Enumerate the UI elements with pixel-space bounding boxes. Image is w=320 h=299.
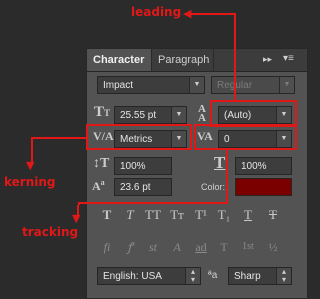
anti-alias-value: Sharp — [234, 271, 261, 282]
color-swatch[interactable] — [235, 178, 292, 196]
arrow-down-icon: ▼ — [72, 212, 81, 225]
font-style-select[interactable]: Regular ▼ — [211, 76, 295, 94]
tab-character[interactable]: Character — [87, 49, 152, 71]
language-select[interactable]: English: USA ▴ ▾ — [97, 267, 201, 285]
tracking-annotation: tracking — [22, 225, 79, 239]
kerning-arrow-line — [31, 137, 87, 139]
ordinals-button[interactable]: T — [214, 238, 234, 256]
subscript-button[interactable]: T₁ — [214, 206, 234, 224]
fractions-button[interactable]: ½ — [263, 238, 283, 256]
panel-tab-bar: Character Paragraph ▸▸ ▾≡ — [87, 49, 307, 72]
titling-alternates-button[interactable]: ad — [191, 238, 211, 256]
anti-alias-select[interactable]: Sharp ▴ ▾ — [228, 267, 292, 285]
small-caps-button[interactable]: Tт — [167, 206, 187, 224]
chevron-down-icon: ▼ — [189, 77, 204, 93]
stepper-icon: ▴ ▾ — [276, 268, 291, 284]
font-size-icon: TT — [94, 104, 111, 120]
ordinals-superscript-button[interactable]: 1st — [238, 238, 258, 256]
leading-icon: AA — [198, 103, 206, 124]
chevron-down-icon: ▼ — [171, 107, 186, 123]
underline-button[interactable]: T — [238, 206, 258, 224]
leading-arrow-line — [234, 13, 236, 101]
horizontal-scale-value: 100% — [241, 161, 267, 172]
font-size-field[interactable]: 25.55 pt ▼ — [114, 106, 187, 124]
kerning-annotation: kerning — [4, 175, 56, 189]
horizontal-scale-field[interactable]: 100% — [235, 157, 292, 175]
strikethrough-button[interactable]: T — [263, 206, 283, 224]
stepper-icon: ▴ ▾ — [185, 268, 200, 284]
leading-highlight — [210, 100, 297, 127]
ligatures-button[interactable]: fi — [97, 238, 117, 256]
stylistic-alternates-button[interactable]: A — [167, 238, 187, 256]
font-family-select[interactable]: Impact ▼ — [97, 76, 205, 94]
kerning-highlight — [86, 124, 192, 150]
superscript-button[interactable]: T¹ — [191, 206, 211, 224]
panel-menu-icon[interactable]: ▾≡ — [283, 53, 294, 64]
leading-annotation: leading — [131, 5, 182, 19]
discretionary-ligatures-button[interactable]: ꝭ — [120, 238, 140, 256]
language-value: English: USA — [103, 271, 162, 282]
leading-arrow-line — [190, 13, 236, 15]
anti-alias-icon: ªa — [208, 270, 218, 281]
collapse-icon[interactable]: ▸▸ — [263, 54, 272, 65]
faux-bold-button[interactable]: T — [97, 206, 117, 224]
tracking-highlight — [194, 124, 297, 150]
font-family-value: Impact — [103, 80, 134, 91]
arrow-down-icon: ▼ — [26, 159, 35, 172]
tracking-arrow-curve — [78, 150, 228, 205]
swash-button[interactable]: st — [143, 238, 163, 256]
faux-italic-button[interactable]: T — [120, 206, 140, 224]
chevron-down-icon: ▼ — [279, 77, 294, 93]
all-caps-button[interactable]: TT — [143, 206, 163, 224]
font-size-value: 25.55 pt — [120, 110, 157, 121]
arrow-left-icon: ◀ — [183, 7, 192, 20]
tab-paragraph[interactable]: Paragraph — [152, 49, 214, 71]
